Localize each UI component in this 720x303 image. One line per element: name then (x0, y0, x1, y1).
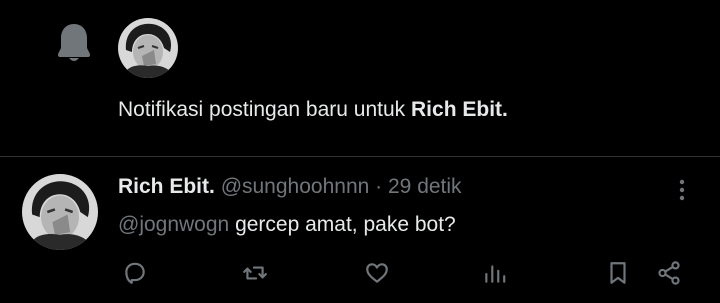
tweet-text: @jognwogn gercep amat, pake bot? (118, 211, 456, 239)
reply-button[interactable] (121, 259, 149, 287)
like-button[interactable] (363, 259, 391, 287)
more-vertical-icon[interactable] (672, 176, 692, 204)
bookmark-icon (605, 260, 631, 286)
avatar[interactable] (118, 18, 178, 78)
tweet-header: Rich Ebit. @sunghoohnnn · 29 detik (118, 173, 462, 201)
share-icon (656, 260, 682, 286)
bell-icon (56, 20, 92, 64)
notification-prefix: Notifikasi postingan baru untuk (118, 98, 412, 121)
mention-link[interactable]: @jognwogn (118, 213, 229, 236)
heart-icon (364, 260, 390, 286)
bookmark-button[interactable] (604, 259, 632, 287)
notification-user-name[interactable]: Rich Ebit. (411, 98, 508, 121)
notification-text: Notifikasi postingan baru untuk Rich Ebi… (118, 96, 508, 124)
author-handle[interactable]: @sunghoohnnn (221, 175, 370, 198)
views-button[interactable] (481, 259, 509, 287)
divider (0, 156, 720, 157)
reply-icon (122, 260, 148, 286)
retweet-button[interactable] (241, 259, 269, 287)
tweet-body-text: gercep amat, pake bot? (229, 213, 456, 236)
author-name[interactable]: Rich Ebit. (118, 175, 215, 198)
tweet-author-avatar[interactable] (22, 174, 98, 250)
views-icon (482, 260, 508, 286)
share-button[interactable] (655, 259, 683, 287)
tweet-timestamp[interactable]: 29 detik (388, 175, 462, 198)
retweet-icon (242, 260, 268, 286)
separator-dot: · (375, 175, 383, 198)
new-post-notification[interactable]: Notifikasi postingan baru untuk Rich Ebi… (0, 0, 720, 156)
